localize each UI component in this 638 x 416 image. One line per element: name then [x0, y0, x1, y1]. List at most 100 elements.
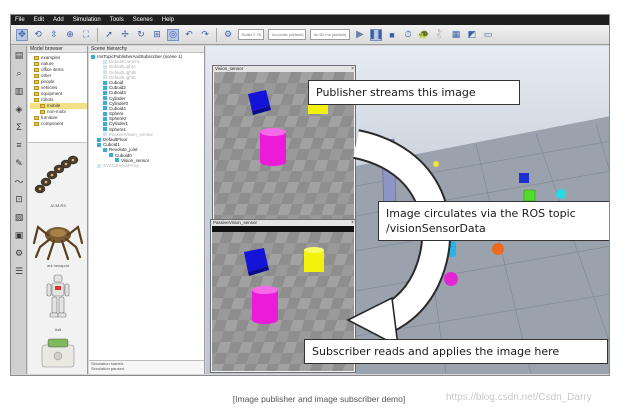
folder-icon: [40, 104, 45, 108]
calculation-icon[interactable]: Σ: [13, 121, 25, 133]
model-label-hexapod: ant hexapod: [46, 263, 70, 268]
scene-viewport[interactable]: Vision_sensor × PassiveVision_sensor × P…: [206, 46, 609, 374]
shape-icon: [97, 137, 101, 142]
shape-icon: [103, 101, 107, 106]
watermark: https://blog.csdn.net/Csdn_Darry: [446, 392, 592, 403]
user-settings-icon[interactable]: ☰: [13, 265, 25, 277]
camera-icon: [103, 59, 107, 64]
camera-fit-icon[interactable]: ⛶: [80, 29, 92, 41]
folder-icon: [34, 74, 39, 78]
folder-icon: [34, 62, 39, 66]
search-icon[interactable]: ⌕: [13, 67, 25, 79]
assembly-icon[interactable]: ⊞: [151, 29, 163, 41]
camera-zoom-icon[interactable]: ⊕: [64, 29, 76, 41]
shape-edit-icon[interactable]: ▧: [13, 211, 25, 223]
menu-file[interactable]: File: [15, 15, 25, 25]
click-select-icon[interactable]: ➚: [103, 29, 115, 41]
camera-pan-icon[interactable]: ✥: [16, 28, 28, 41]
scene-cube-blue: [519, 173, 529, 183]
shape-icon: [109, 153, 113, 158]
page-selector-icon[interactable]: ▭: [482, 29, 494, 41]
selection-icon[interactable]: ▣: [13, 229, 25, 241]
scene-object-item[interactable]: XYZCameraProxy: [91, 163, 204, 168]
simulation-settings-icon[interactable]: ▤: [13, 49, 25, 61]
model-folder-label: component: [41, 121, 64, 126]
pause-icon[interactable]: ❚❚: [368, 28, 384, 41]
folder-icon: [34, 86, 39, 90]
model-folder-item[interactable]: component: [30, 121, 87, 127]
topic-callout: Image circulates via the ROS topic /visi…: [378, 201, 609, 241]
scene-object-label: XYZCameraProxy: [103, 162, 140, 168]
undo-icon[interactable]: ↶: [183, 29, 195, 41]
transfer-dna-icon[interactable]: ◎: [167, 28, 179, 41]
menu-help[interactable]: Help: [162, 15, 174, 25]
scene-sphere-orange: [492, 243, 504, 255]
model-label-snake: ACM-R5: [50, 203, 66, 208]
shape-icon: [103, 90, 107, 95]
publisher-callout: Publisher streams this image: [308, 80, 520, 105]
camera-shift-icon[interactable]: ⇳: [48, 29, 60, 41]
model-label-humanoid: Asti: [54, 327, 62, 332]
snake-robot-thumbnail[interactable]: [28, 147, 88, 207]
scripts-icon[interactable]: ✎: [13, 157, 25, 169]
shape-icon: [103, 127, 107, 132]
collections-icon[interactable]: ⊡: [13, 193, 25, 205]
realtime-icon[interactable]: ⏱: [402, 29, 414, 41]
subscriber-callout-text: Subscriber reads and applies the image h…: [312, 345, 560, 358]
camera-rotate-icon[interactable]: ⟲: [32, 29, 44, 41]
scene-object-icon[interactable]: ◈: [13, 103, 25, 115]
object-shift-icon[interactable]: ✢: [119, 29, 131, 41]
menu-edit[interactable]: Edit: [34, 15, 44, 25]
main-toolbar: ✥ ⟲ ⇳ ⊕ ⛶ ➚ ✢ ↻ ⊞ ◎ ↶ ↷ ⚙ Bullet 2.78 Ac…: [11, 25, 609, 45]
time-step-select[interactable]: dt=50 ms (default): [310, 29, 350, 40]
folder-icon: [34, 98, 39, 102]
model-tree: examples nature office items other people veh…: [28, 53, 87, 127]
visualization-toggle-icon[interactable]: ◩: [466, 29, 478, 41]
folder-icon: [34, 56, 39, 60]
folder-icon: [34, 68, 39, 72]
topic-callout-line1: Image circulates via the ROS topic: [386, 207, 576, 220]
scene-hierarchy-panel: Scene hierarchy rosTopicPublisherAndSubs…: [89, 46, 205, 374]
slower-icon[interactable]: 🐢: [418, 29, 430, 41]
threaded-render-icon[interactable]: ▦: [450, 29, 462, 41]
camera-icon: [97, 163, 101, 168]
faster-icon[interactable]: 🐇: [434, 29, 446, 41]
model-browser-icon[interactable]: ▥: [13, 85, 25, 97]
layers-icon[interactable]: ≡: [13, 139, 25, 151]
shape-icon: [103, 122, 107, 127]
redo-icon[interactable]: ↷: [199, 29, 211, 41]
light-icon: [103, 70, 107, 75]
play-icon[interactable]: ▶: [354, 29, 366, 41]
scene-cube-green: [523, 189, 536, 202]
stop-icon[interactable]: ■: [386, 29, 398, 41]
magenta-cylinder: [252, 286, 278, 324]
menu-scenes[interactable]: Scenes: [133, 15, 153, 25]
status-console: Simulation started. Simulation paused.: [89, 360, 204, 374]
menu-add[interactable]: Add: [53, 15, 64, 25]
engine-accuracy-select[interactable]: Accurate (default): [268, 29, 306, 40]
vrep-window-screenshot: File Edit Add Simulation Tools Scenes He…: [10, 14, 610, 376]
scene-sphere-cyan: [556, 189, 566, 199]
shape-icon: [103, 85, 107, 90]
joint-icon: [103, 147, 107, 152]
object-rotate-icon[interactable]: ↻: [135, 29, 147, 41]
settings-icon[interactable]: ⚙: [13, 247, 25, 259]
humanoid-thumbnail[interactable]: [28, 271, 88, 327]
machine-thumbnail[interactable]: [28, 335, 88, 371]
sensor-icon: [103, 132, 107, 137]
scene-hierarchy-title: Scene hierarchy: [89, 46, 204, 53]
left-toolstrip: ▤ ⌕ ▥ ◈ Σ ≡ ✎ 〜 ⊡ ▧ ▣ ⚙ ☰: [11, 46, 27, 374]
paths-icon[interactable]: 〜: [13, 175, 25, 187]
shape-icon: [103, 96, 107, 101]
topic-callout-line2: /visionSensorData: [386, 222, 486, 235]
model-thumbnails: ACM-R5 ant hexapod Asti: [28, 142, 88, 374]
menu-tools[interactable]: Tools: [110, 15, 124, 25]
menu-simulation[interactable]: Simulation: [73, 15, 101, 25]
menu-bar: File Edit Add Simulation Tools Scenes He…: [11, 15, 609, 25]
hexapod-thumbnail[interactable]: [28, 213, 88, 263]
shape-icon: [103, 80, 107, 85]
physics-engine-select[interactable]: Bullet 2.78: [238, 29, 264, 40]
yellow-cylinder: [304, 247, 324, 272]
folder-icon: [34, 116, 39, 120]
scene-tree: rosTopicPublisherAndSubscriber (scene 1)…: [89, 53, 204, 168]
